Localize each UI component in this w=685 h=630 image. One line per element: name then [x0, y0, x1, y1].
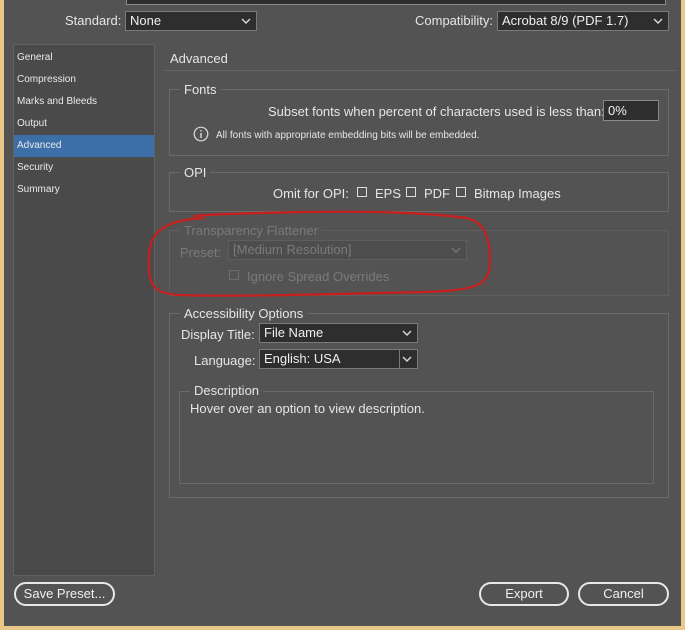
chevron-down-icon	[402, 330, 412, 336]
language-value: English: USA	[264, 351, 341, 366]
description-title: Description	[190, 383, 264, 398]
language-dropdown[interactable]: English: USA	[259, 349, 418, 369]
description-text: Hover over an option to view description…	[190, 401, 425, 416]
export-button[interactable]: Export	[479, 582, 569, 606]
display-title-value: File Name	[264, 325, 324, 340]
language-dropdown-divider	[399, 350, 400, 368]
cancel-button[interactable]: Cancel	[578, 582, 669, 606]
display-title-dropdown[interactable]: File Name	[259, 323, 418, 343]
language-label: Language:	[194, 353, 256, 368]
display-title-label: Display Title:	[181, 327, 255, 342]
save-preset-button[interactable]: Save Preset...	[14, 582, 115, 606]
export-pdf-dialog: Standard: None Compatibility: Acrobat 8/…	[4, 0, 681, 626]
chevron-down-icon	[402, 356, 412, 362]
accessibility-group-title: Accessibility Options	[180, 306, 308, 321]
